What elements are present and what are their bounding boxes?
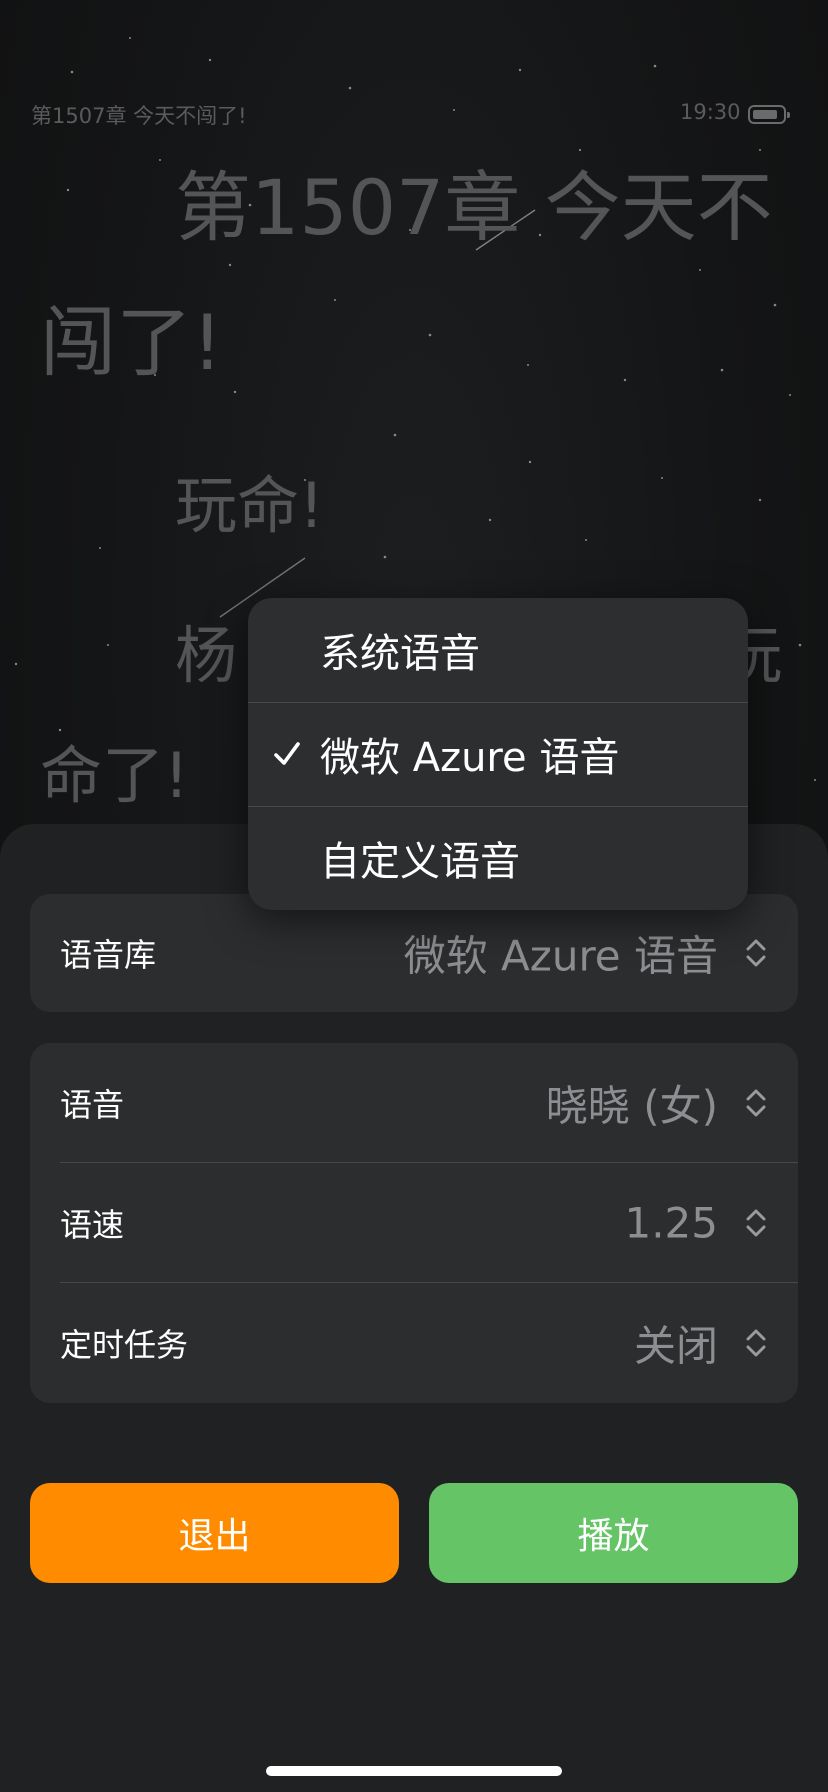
menu-item-label: 自定义语音 bbox=[320, 839, 520, 885]
battery-icon bbox=[748, 105, 790, 124]
menu-item-custom-voice[interactable]: 自定义语音 bbox=[248, 806, 748, 910]
menu-item-label: 微软 Azure 语音 bbox=[320, 735, 620, 781]
timer-label: 定时任务 bbox=[60, 1326, 189, 1364]
body-text-line-3: 命了! bbox=[40, 739, 189, 812]
voice-library-value: 微软 Azure 语音 bbox=[403, 931, 718, 981]
status-time: 19:30 bbox=[680, 100, 741, 124]
chevron-up-down-icon bbox=[746, 1209, 766, 1237]
chevron-up-down-icon bbox=[746, 939, 766, 967]
play-button[interactable]: 播放 bbox=[429, 1483, 798, 1583]
body-text-line-2-start: 杨 bbox=[175, 619, 238, 692]
chevron-up-down-icon bbox=[746, 1329, 766, 1357]
speed-label: 语速 bbox=[60, 1206, 125, 1244]
menu-item-system-voice[interactable]: 系统语音 bbox=[248, 598, 748, 702]
chapter-header: 第1507章 今天不闯了! bbox=[31, 104, 247, 128]
timer-value: 关闭 bbox=[633, 1321, 718, 1371]
speed-row[interactable]: 语速 1.25 bbox=[30, 1163, 798, 1283]
voice-library-card: 语音库 微软 Azure 语音 bbox=[30, 894, 798, 1012]
voice-label: 语音 bbox=[60, 1086, 125, 1124]
body-text-line-1: 玩命! bbox=[175, 469, 324, 542]
chapter-title-line-2: 闯了! bbox=[40, 298, 223, 387]
chapter-title-line-1: 第1507章 今天不 bbox=[175, 163, 773, 252]
voice-library-row[interactable]: 语音库 微软 Azure 语音 bbox=[30, 894, 798, 1012]
voice-library-label: 语音库 bbox=[60, 936, 157, 974]
exit-button[interactable]: 退出 bbox=[30, 1483, 399, 1583]
voice-row[interactable]: 语音 晓晓 (女) bbox=[30, 1043, 798, 1163]
voice-value: 晓晓 (女) bbox=[545, 1081, 718, 1131]
voice-library-menu: 系统语音 微软 Azure 语音 自定义语音 bbox=[248, 598, 748, 910]
menu-item-label: 系统语音 bbox=[320, 631, 480, 677]
home-indicator[interactable] bbox=[266, 1766, 562, 1776]
timer-row[interactable]: 定时任务 关闭 bbox=[30, 1283, 798, 1403]
chevron-up-down-icon bbox=[746, 1089, 766, 1117]
voice-settings-card: 语音 晓晓 (女) 语速 1.25 定时任务 关闭 bbox=[30, 1043, 798, 1403]
checkmark-icon bbox=[274, 742, 300, 765]
menu-item-azure-voice[interactable]: 微软 Azure 语音 bbox=[248, 702, 748, 806]
speed-value: 1.25 bbox=[624, 1198, 718, 1248]
